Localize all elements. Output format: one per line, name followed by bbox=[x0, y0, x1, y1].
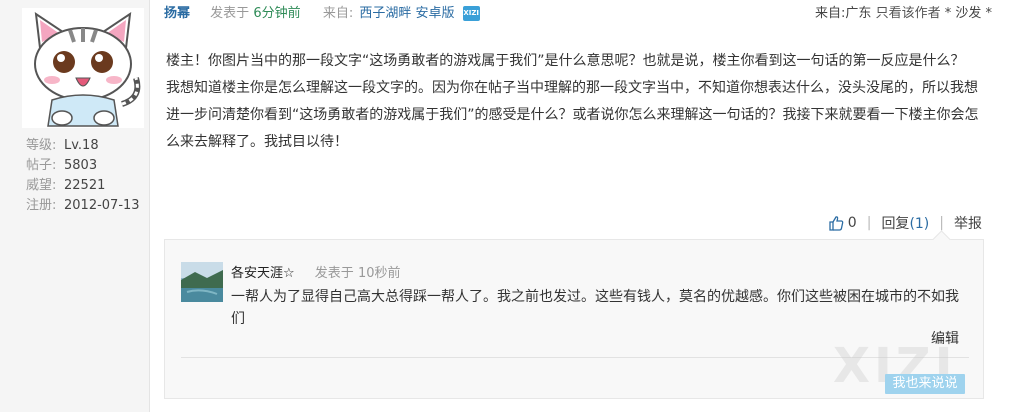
post-body-line: 楼主！你图片当中的那一段文字“这场勇敢者的游戏属于我们”是什么意思呢？也就是说，… bbox=[166, 53, 965, 69]
post-body-line: 么来去解释了。我拭目以待！ bbox=[166, 134, 348, 150]
reply-link[interactable]: 回复(1) bbox=[881, 213, 929, 233]
author-panel: 等级: Lv.18 帖子: 5803 威望: 22521 注册: 2012-07… bbox=[0, 0, 150, 412]
reply-label: 回复 bbox=[881, 216, 910, 232]
source-label: 来自: bbox=[322, 6, 354, 21]
thumbs-up-icon[interactable] bbox=[828, 215, 844, 231]
stat-label: 帖子: bbox=[26, 158, 57, 173]
post-body-line: 进一步问清楚你看到“这场勇敢者的游戏属于我们”的感受是什么？或者说你怎么来理解这… bbox=[166, 107, 979, 123]
post-main: 扬幂 发表于 6分钟前 来自: 西子湖畔 安卓版 XIZI 来自:广东 只看该作… bbox=[150, 0, 1012, 412]
stat-label: 威望: bbox=[26, 178, 57, 193]
reply-author-link[interactable]: 各安天涯☆ bbox=[231, 266, 295, 281]
cat-avatar[interactable] bbox=[22, 8, 144, 128]
posted-label: 发表于 bbox=[210, 6, 250, 21]
stat-level: 等级: Lv.18 bbox=[26, 136, 146, 156]
stat-label: 等级: bbox=[26, 138, 57, 153]
xizi-app-icon[interactable]: XIZI bbox=[462, 6, 480, 21]
stat-posts: 帖子: 5803 bbox=[26, 156, 146, 176]
post-body: 楼主！你图片当中的那一段文字“这场勇敢者的游戏属于我们”是什么意思呢？也就是说，… bbox=[166, 48, 986, 156]
floor-tag: * 沙发 * bbox=[944, 6, 992, 21]
stat-registered: 注册: 2012-07-13 bbox=[26, 196, 146, 216]
stat-label: 注册: bbox=[26, 198, 57, 213]
author-stats: 等级: Lv.18 帖子: 5803 威望: 22521 注册: 2012-07… bbox=[26, 136, 146, 216]
say-something-button[interactable]: 我也来说说 bbox=[885, 374, 965, 394]
header-right: 来自:广东 只看该作者 * 沙发 * bbox=[815, 3, 992, 25]
like-count: 0 bbox=[847, 215, 857, 231]
reply-count: (1) bbox=[909, 216, 930, 232]
divider: | bbox=[866, 215, 872, 231]
reply-text: 一帮人为了显得自己高大总得踩一帮人了。我之前也发过。这些有钱人，莫名的优越感。你… bbox=[231, 289, 959, 327]
post-header: 扬幂 发表于 6分钟前 来自: 西子湖畔 安卓版 XIZI 来自:广东 只看该作… bbox=[164, 3, 992, 25]
stat-value: 2012-07-13 bbox=[64, 198, 140, 213]
divider: | bbox=[939, 215, 944, 231]
only-author-link[interactable]: 只看该作者 bbox=[876, 6, 941, 21]
stat-value: Lv.18 bbox=[64, 138, 99, 153]
posted-time: 6分钟前 bbox=[253, 6, 301, 21]
post-author-link[interactable]: 扬幂 bbox=[164, 6, 190, 21]
source-link[interactable]: 西子湖畔 安卓版 bbox=[359, 6, 454, 21]
stat-value: 5803 bbox=[64, 158, 98, 173]
reply-box: 各安天涯☆ 发表于 10秒前 一帮人为了显得自己高大总得踩一帮人了。我之前也发过… bbox=[164, 239, 984, 399]
stat-value: 22521 bbox=[64, 178, 106, 193]
reply-posted-label: 发表于 bbox=[314, 266, 354, 281]
report-link[interactable]: 举报 bbox=[954, 213, 982, 233]
post-body-line: 我想知道楼主你是怎么理解这一段文字的。因为你在帖子当中理解的那一段文字当中，不知… bbox=[166, 80, 978, 96]
reply-avatar[interactable] bbox=[181, 262, 223, 302]
reply-posted-time: 10秒前 bbox=[357, 266, 401, 281]
reply-header: 各安天涯☆ 发表于 10秒前 bbox=[231, 262, 401, 281]
post-location: 来自:广东 bbox=[815, 6, 872, 21]
post-actions: 0 | 回复(1) | 举报 bbox=[828, 213, 982, 233]
stat-prestige: 威望: 22521 bbox=[26, 176, 146, 196]
